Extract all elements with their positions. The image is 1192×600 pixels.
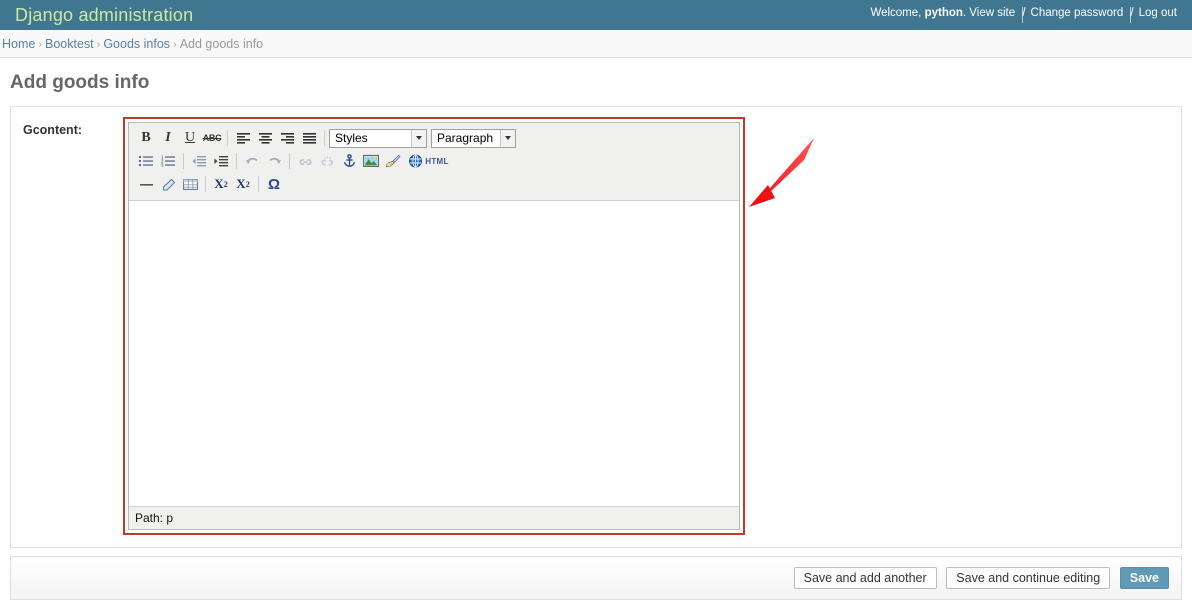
site-title: Django administration	[15, 5, 194, 25]
breadcrumb-separator-1: ›	[38, 39, 43, 51]
editor-toolbar-row-3: X2 X2 Ω	[135, 173, 737, 195]
styles-select-value: Styles	[335, 131, 368, 145]
breadcrumb-current: Add goods info	[179, 37, 264, 51]
chevron-down-icon	[500, 129, 515, 147]
user-tools-separator-1: /	[1022, 7, 1026, 23]
align-justify-icon[interactable]	[298, 128, 320, 148]
save-button[interactable]	[1119, 567, 1169, 589]
cleanup-brush-icon[interactable]	[382, 151, 404, 171]
globe-icon[interactable]	[404, 151, 426, 171]
site-header: Django administration Welcome, python. V…	[0, 0, 1192, 30]
undo-icon[interactable]	[241, 151, 263, 171]
welcome-text: Welcome,	[870, 7, 922, 19]
log-out-link[interactable]: Log out	[1139, 7, 1177, 19]
underline-icon[interactable]: U	[179, 128, 201, 148]
branding: Django administration	[15, 0, 193, 30]
breadcrumb: Home › Booktest › Goods infos › Add goods info	[0, 30, 1192, 58]
user-tools-separator-2: /	[1130, 7, 1134, 23]
save-and-continue-button[interactable]	[946, 567, 1111, 589]
unlink-icon[interactable]	[316, 151, 338, 171]
editor-toolbar-row-1: B I U ABC Styles Paragraph	[135, 127, 737, 149]
toolbar-divider	[227, 130, 228, 146]
editor-status-bar: Path: p	[129, 507, 739, 529]
link-icon[interactable]	[294, 151, 316, 171]
breadcrumb-app[interactable]: Booktest	[45, 37, 94, 51]
redo-icon[interactable]	[263, 151, 285, 171]
toolbar-divider	[205, 176, 206, 192]
toolbar-divider	[289, 153, 290, 169]
editor-toolbar: B I U ABC Styles Paragraph 1 2 3 HTML X …	[129, 123, 739, 201]
align-left-icon[interactable]	[232, 128, 254, 148]
toolbar-divider	[258, 176, 259, 192]
paragraph-select[interactable]: Paragraph	[431, 128, 516, 148]
annotation-highlight-box: B I U ABC Styles Paragraph 1 2 3 HTML X …	[123, 117, 745, 535]
form-module: Gcontent: B I U ABC Styles Paragraph 1 2…	[10, 106, 1182, 548]
indent-icon[interactable]	[210, 151, 232, 171]
paragraph-select-value: Paragraph	[437, 131, 494, 145]
subscript-icon[interactable]: X2	[210, 174, 232, 194]
main-content: Add goods info Gcontent: B I U ABC Style…	[0, 72, 1192, 600]
change-password-link[interactable]: Change password	[1031, 7, 1124, 19]
toolbar-divider	[324, 130, 325, 146]
special-character-icon[interactable]: Ω	[263, 174, 285, 194]
gcontent-label: Gcontent:	[23, 123, 83, 137]
breadcrumb-separator-2: ›	[96, 39, 101, 51]
superscript-icon[interactable]: X2	[232, 174, 254, 194]
breadcrumb-model[interactable]: Goods infos	[103, 37, 170, 51]
insert-image-icon[interactable]	[360, 151, 382, 171]
italic-icon[interactable]: I	[157, 128, 179, 148]
html-source-icon[interactable]: HTML	[425, 151, 448, 171]
anchor-icon[interactable]	[338, 151, 360, 171]
outdent-icon[interactable]	[188, 151, 210, 171]
svg-text:3: 3	[161, 162, 164, 167]
username: python	[924, 7, 963, 19]
add-goods-info-form: Gcontent: B I U ABC Styles Paragraph 1 2…	[10, 106, 1182, 600]
view-site-link[interactable]: View site	[969, 7, 1015, 19]
breadcrumb-separator-3: ›	[173, 39, 177, 51]
editor-toolbar-row-2: 123 HTML	[135, 150, 737, 172]
form-row-gcontent: Gcontent: B I U ABC Styles Paragraph 1 2…	[11, 107, 1181, 547]
bold-icon[interactable]: B	[135, 128, 157, 148]
period: .	[962, 7, 967, 19]
rich-text-editor: B I U ABC Styles Paragraph 1 2 3 HTML X …	[128, 122, 740, 530]
user-tools: Welcome, python. View site / Change pass…	[870, 7, 1177, 23]
numbered-list-icon[interactable]: 123	[157, 151, 179, 171]
horizontal-rule-icon[interactable]	[135, 174, 157, 194]
bullet-list-icon[interactable]	[135, 151, 157, 171]
editor-content-area[interactable]	[129, 201, 739, 507]
breadcrumb-home[interactable]: Home	[2, 37, 35, 51]
align-center-icon[interactable]	[254, 128, 276, 148]
toolbar-divider	[183, 153, 184, 169]
styles-select[interactable]: Styles	[329, 128, 427, 148]
toolbar-divider	[236, 153, 237, 169]
chevron-down-icon	[411, 129, 426, 147]
remove-formatting-icon[interactable]	[157, 174, 179, 194]
strikethrough-icon[interactable]: ABC	[201, 128, 223, 148]
save-and-add-another-button[interactable]	[793, 567, 937, 589]
page-title: Add goods info	[10, 72, 150, 93]
insert-table-icon[interactable]	[179, 174, 201, 194]
submit-row	[10, 556, 1182, 600]
align-right-icon[interactable]	[276, 128, 298, 148]
